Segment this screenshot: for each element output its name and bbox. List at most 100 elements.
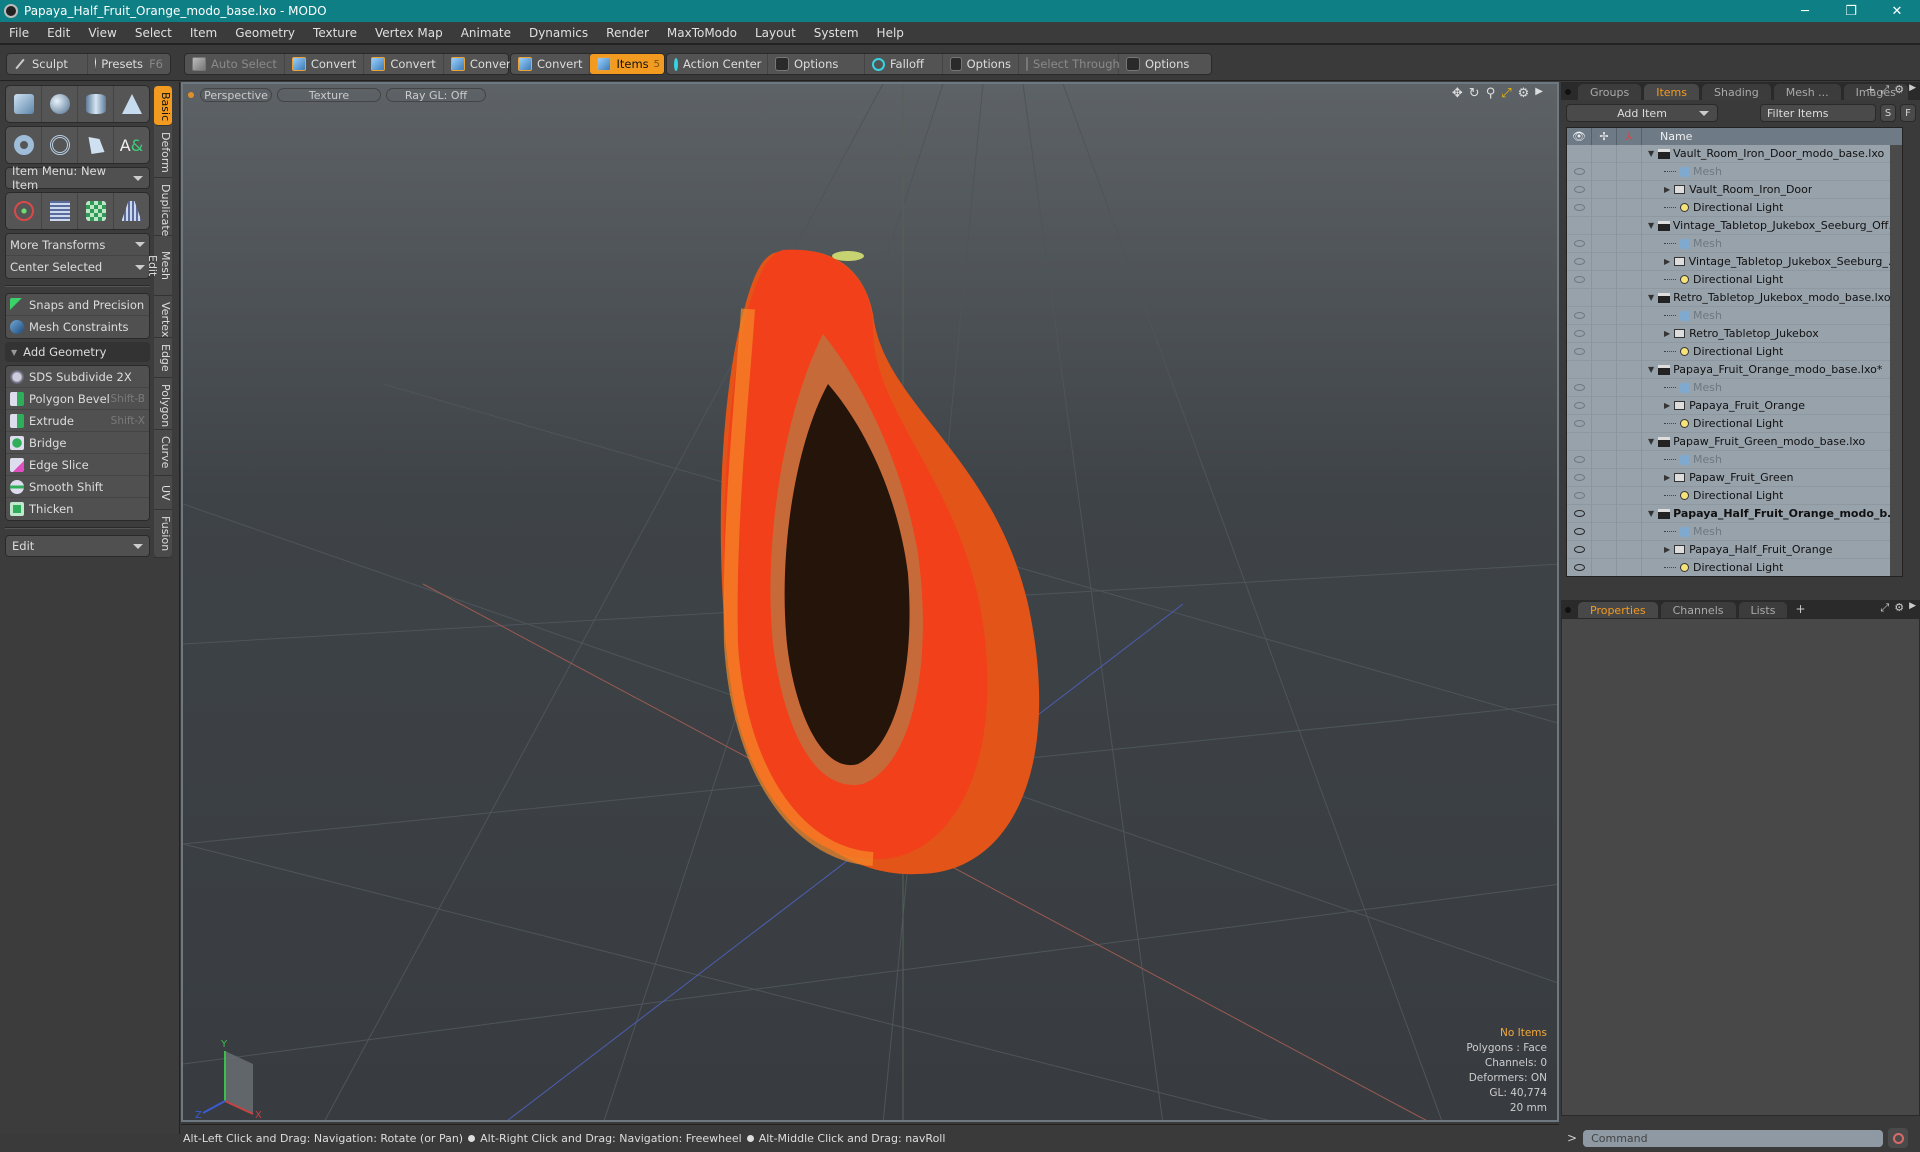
tree-row-scene[interactable]: ▼ Vault_Room_Iron_Door_modo_base.lxo bbox=[1567, 144, 1902, 163]
raygl-toggle[interactable]: Ray GL: Off bbox=[386, 88, 486, 102]
pivot-toggle[interactable] bbox=[1617, 414, 1642, 433]
edit-dropdown[interactable]: Edit bbox=[5, 535, 150, 557]
falloff-button[interactable]: Falloff bbox=[865, 54, 943, 74]
lock-toggle[interactable] bbox=[1592, 432, 1617, 451]
lock-toggle[interactable] bbox=[1592, 360, 1617, 379]
pivot-toggle[interactable] bbox=[1617, 216, 1642, 235]
papaya-model[interactable] bbox=[720, 249, 1040, 875]
panel-arrow-icon[interactable]: ▶ bbox=[1909, 83, 1916, 97]
tree-row-mesh[interactable]: Mesh bbox=[1567, 306, 1902, 325]
lock-toggle[interactable] bbox=[1592, 198, 1617, 217]
lock-toggle[interactable] bbox=[1592, 342, 1617, 361]
menu-edit[interactable]: Edit bbox=[38, 26, 79, 40]
filter-items-input[interactable]: Filter Items bbox=[1760, 104, 1876, 122]
expand-panel-icon[interactable]: ⤢ bbox=[1880, 601, 1889, 615]
lock-toggle[interactable] bbox=[1592, 414, 1617, 433]
visibility-toggle[interactable] bbox=[1567, 504, 1592, 523]
collapse-triangle-icon[interactable]: ▼ bbox=[1648, 293, 1654, 302]
menu-animate[interactable]: Animate bbox=[452, 26, 520, 40]
pivot-toggle[interactable] bbox=[1617, 540, 1642, 559]
visibility-toggle[interactable] bbox=[1567, 234, 1592, 253]
visibility-toggle[interactable] bbox=[1567, 432, 1592, 451]
item-menu-dropdown[interactable]: Item Menu: New Item bbox=[5, 164, 150, 192]
lock-toggle[interactable] bbox=[1592, 378, 1617, 397]
panel-menu-dot[interactable] bbox=[1565, 89, 1571, 95]
tree-row-light[interactable]: Directional Light bbox=[1567, 342, 1902, 361]
sphere-tool[interactable] bbox=[42, 86, 78, 122]
spiral-tool[interactable] bbox=[42, 127, 78, 163]
tree-row-light[interactable]: Directional Light bbox=[1567, 486, 1902, 505]
visibility-toggle[interactable] bbox=[1567, 522, 1592, 541]
pivot-toggle[interactable] bbox=[1617, 162, 1642, 181]
tree-row-group[interactable]: ▶ Vault_Room_Iron_Door bbox=[1567, 180, 1902, 199]
collapse-triangle-icon[interactable]: ▼ bbox=[1648, 221, 1654, 230]
sculpt-button[interactable]: Sculpt bbox=[7, 54, 88, 74]
tab-shading[interactable]: Shading bbox=[1702, 84, 1771, 100]
tab-polygon[interactable]: Polygon bbox=[154, 378, 172, 430]
shading-mode-selector[interactable]: Texture bbox=[277, 88, 381, 102]
add-geometry-section[interactable]: ▼ Add Geometry bbox=[5, 342, 150, 362]
lock-toggle[interactable] bbox=[1592, 288, 1617, 307]
tree-row-scene[interactable]: ▼ Papaya_Fruit_Orange_modo_base.lxo* bbox=[1567, 360, 1902, 379]
expand-triangle-icon[interactable]: ▶ bbox=[1664, 545, 1670, 554]
polygon-bevel-button[interactable]: Polygon Bevel Shift-B bbox=[6, 388, 149, 410]
visibility-toggle[interactable] bbox=[1567, 288, 1592, 307]
expand-panel-icon[interactable]: ⤢ bbox=[1880, 83, 1889, 97]
pivot-toggle[interactable] bbox=[1617, 324, 1642, 343]
smooth-shift-button[interactable]: Smooth Shift bbox=[6, 476, 149, 498]
sds-subdivide-button[interactable]: SDS Subdivide 2X bbox=[6, 366, 149, 388]
tab-mesh-edit[interactable]: Mesh Edit bbox=[146, 236, 172, 296]
tab-deform[interactable]: Deform bbox=[154, 126, 172, 178]
visibility-toggle[interactable] bbox=[1567, 468, 1592, 487]
lock-toggle[interactable] bbox=[1592, 450, 1617, 469]
tree-row-scene[interactable]: ▼ Vintage_Tabletop_Jukebox_Seeburg_Off_ .… bbox=[1567, 216, 1902, 235]
pivot-toggle[interactable] bbox=[1617, 558, 1642, 576]
minimize-button[interactable]: ─ bbox=[1782, 0, 1828, 22]
lock-toggle[interactable] bbox=[1592, 486, 1617, 505]
menu-system[interactable]: System bbox=[805, 26, 868, 40]
tree-row-light[interactable]: Directional Light bbox=[1567, 414, 1902, 433]
visibility-toggle[interactable] bbox=[1567, 342, 1592, 361]
falloff-options-button[interactable]: Options bbox=[943, 54, 1019, 74]
visibility-toggle[interactable] bbox=[1567, 306, 1592, 325]
visibility-toggle[interactable] bbox=[1567, 144, 1592, 163]
menu-view[interactable]: View bbox=[79, 26, 125, 40]
close-button[interactable]: ✕ bbox=[1874, 0, 1920, 22]
lock-toggle[interactable] bbox=[1592, 216, 1617, 235]
visibility-toggle[interactable] bbox=[1567, 324, 1592, 343]
tree-row-mesh[interactable]: Mesh bbox=[1567, 234, 1902, 253]
pivot-toggle[interactable] bbox=[1617, 468, 1642, 487]
tab-duplicate[interactable]: Duplicate bbox=[154, 178, 172, 236]
taper-tool[interactable] bbox=[114, 193, 149, 229]
torus-tool[interactable] bbox=[6, 127, 42, 163]
menu-file[interactable]: File bbox=[0, 26, 38, 40]
rotate-icon[interactable]: ↻ bbox=[1469, 86, 1480, 101]
menu-texture[interactable]: Texture bbox=[304, 26, 366, 40]
lock-toggle[interactable] bbox=[1592, 504, 1617, 523]
pivot-toggle[interactable] bbox=[1617, 270, 1642, 289]
pivot-toggle[interactable] bbox=[1617, 396, 1642, 415]
edge-slice-button[interactable]: Edge Slice bbox=[6, 454, 149, 476]
lock-toggle[interactable] bbox=[1592, 522, 1617, 541]
add-tab-icon[interactable]: + bbox=[1795, 602, 1805, 616]
cone-tool[interactable] bbox=[114, 86, 149, 122]
lock-toggle[interactable] bbox=[1592, 162, 1617, 181]
viewport-expand-arrow-icon[interactable]: ▶ bbox=[1535, 86, 1543, 101]
action-center-button[interactable]: Action Center bbox=[667, 54, 768, 74]
menu-maxtomodo[interactable]: MaxToModo bbox=[658, 26, 746, 40]
lock-toggle[interactable] bbox=[1592, 180, 1617, 199]
panel-gear-icon[interactable]: ⚙ bbox=[1894, 601, 1904, 615]
pen-tool[interactable] bbox=[78, 127, 114, 163]
tab-mesh[interactable]: Mesh ... bbox=[1773, 84, 1841, 100]
collapse-triangle-icon[interactable]: ▼ bbox=[1648, 437, 1654, 446]
tab-edge[interactable]: Edge bbox=[154, 338, 172, 378]
visibility-toggle[interactable] bbox=[1567, 252, 1592, 271]
viewport-settings-gear-icon[interactable]: ⚙ bbox=[1518, 86, 1530, 101]
pivot-toggle[interactable] bbox=[1617, 288, 1642, 307]
pivot-toggle[interactable] bbox=[1617, 450, 1642, 469]
lock-toggle[interactable] bbox=[1592, 324, 1617, 343]
tree-row-scene[interactable]: ▼ Papaw_Fruit_Green_modo_base.lxo bbox=[1567, 432, 1902, 451]
expand-triangle-icon[interactable]: ▶ bbox=[1664, 329, 1670, 338]
tree-row-group[interactable]: ▶ Vintage_Tabletop_Jukebox_Seeburg_Of ... bbox=[1567, 252, 1902, 271]
tab-properties[interactable]: Properties bbox=[1578, 602, 1658, 618]
